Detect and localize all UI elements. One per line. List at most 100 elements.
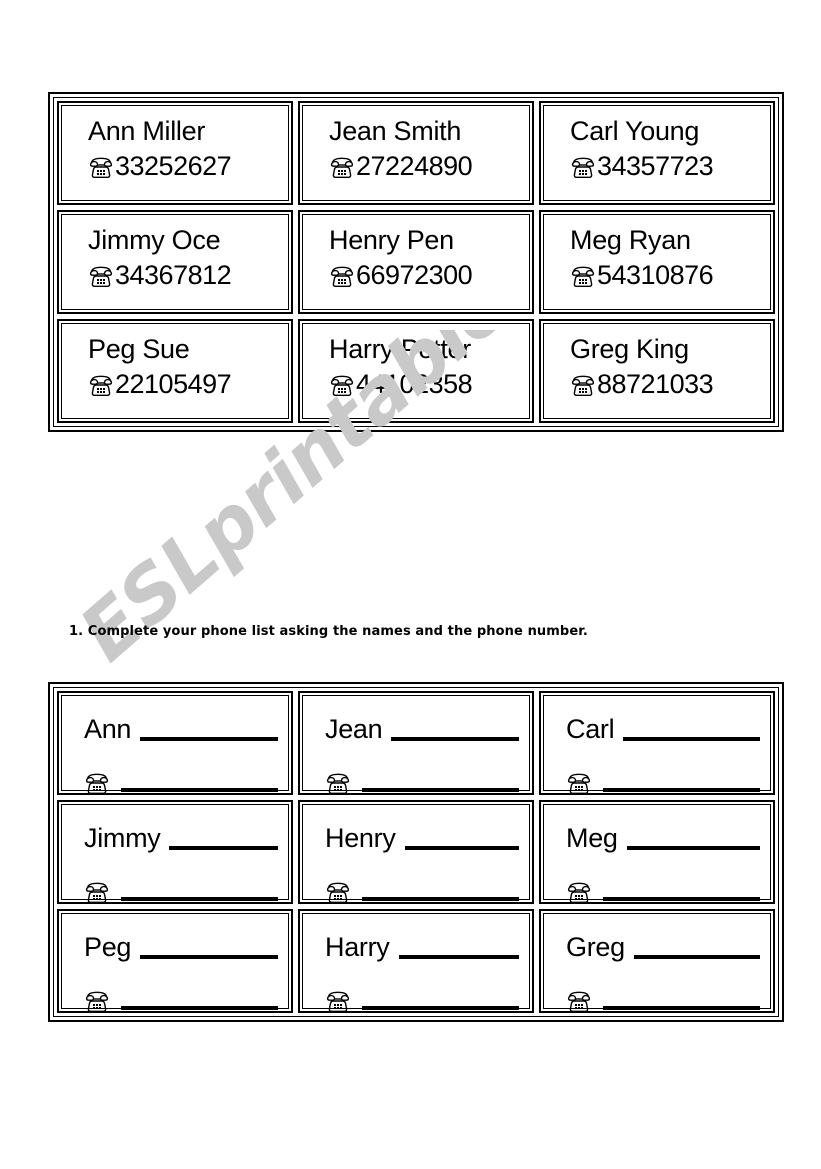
phone-write-line[interactable] <box>362 1006 519 1010</box>
blank-first-name: Carl <box>566 714 615 744</box>
blank-phone-row <box>325 744 519 794</box>
contact-phone: 34367812 <box>88 257 284 293</box>
blank-phone-row <box>84 962 278 1012</box>
blank-first-name: Ann <box>84 714 132 744</box>
contact-card: Jean Smith 27224890 <box>298 101 534 205</box>
telephone-icon <box>88 156 114 180</box>
blank-name-row: Greg <box>566 922 760 962</box>
contact-phone: 34357723 <box>570 148 766 184</box>
blank-card: Peg <box>57 909 293 1013</box>
contact-cards-table-inner: Ann Miller 33252627 Jean Smith 27224890 … <box>53 97 779 427</box>
contact-name: Peg Sue <box>88 334 190 364</box>
blank-card: Jean <box>298 691 534 795</box>
blank-name-row: Ann <box>84 704 278 744</box>
contact-phone-number: 33252627 <box>115 151 232 181</box>
contact-phone-number: 54310876 <box>597 260 714 290</box>
contact-card: Greg King 88721033 <box>539 319 775 423</box>
contact-phone-number: 27224890 <box>356 151 473 181</box>
blank-first-name: Peg <box>84 932 132 962</box>
blank-phone-row <box>325 853 519 903</box>
blank-first-name: Greg <box>566 932 625 962</box>
name-write-line[interactable] <box>140 737 278 741</box>
phone-write-line[interactable] <box>603 897 760 901</box>
name-write-line[interactable] <box>398 955 519 959</box>
name-write-line[interactable] <box>140 955 278 959</box>
telephone-icon <box>88 265 114 289</box>
name-write-line[interactable] <box>391 737 519 741</box>
contact-card-row: Ann Miller 33252627 Jean Smith 27224890 … <box>57 101 775 205</box>
contact-phone: 66972300 <box>329 257 525 293</box>
blank-card: Henry <box>298 800 534 904</box>
contact-phone-number: 34367812 <box>115 260 232 290</box>
blank-card: Harry <box>298 909 534 1013</box>
telephone-icon <box>88 374 114 398</box>
blank-name-row: Meg <box>566 813 760 853</box>
phone-write-line[interactable] <box>603 1006 760 1010</box>
name-write-line[interactable] <box>633 955 760 959</box>
contact-phone-number: 44102358 <box>356 369 473 399</box>
blank-first-name: Henry <box>325 823 396 853</box>
contact-name: Greg King <box>570 334 689 364</box>
blank-phone-row <box>566 962 760 1012</box>
contact-phone: 22105497 <box>88 366 284 402</box>
blank-card: Carl <box>539 691 775 795</box>
name-write-line[interactable] <box>169 846 278 850</box>
telephone-icon <box>325 881 351 905</box>
blank-name-row: Jimmy <box>84 813 278 853</box>
contact-card-row: Jimmy Oce 34367812 Henry Pen 66972300 Me… <box>57 210 775 314</box>
contact-card: Harry Potter 44102358 <box>298 319 534 423</box>
contact-phone-number: 88721033 <box>597 369 714 399</box>
contact-phone: 33252627 <box>88 148 284 184</box>
blank-cards-table-inner: Ann Jean Carl Jimmy Henry Meg Peg Harry … <box>53 687 779 1017</box>
blank-card: Greg <box>539 909 775 1013</box>
blank-name-row: Carl <box>566 704 760 744</box>
blank-name-row: Peg <box>84 922 278 962</box>
phone-write-line[interactable] <box>121 897 278 901</box>
telephone-icon <box>325 772 351 796</box>
telephone-icon <box>570 374 596 398</box>
instruction-text: 1. Complete your phone list asking the n… <box>69 624 588 639</box>
contact-phone-number: 34357723 <box>597 151 714 181</box>
contact-name: Meg Ryan <box>570 225 691 255</box>
blank-card-row: Peg Harry Greg <box>57 909 775 1013</box>
contact-phone-number: 22105497 <box>115 369 232 399</box>
telephone-icon <box>566 772 592 796</box>
contact-name: Jean Smith <box>329 116 462 146</box>
telephone-icon <box>570 156 596 180</box>
phone-write-line[interactable] <box>603 788 760 792</box>
blank-phone-row <box>84 744 278 794</box>
telephone-icon <box>325 990 351 1014</box>
worksheet-page: Ann Miller 33252627 Jean Smith 27224890 … <box>0 0 821 1169</box>
blank-phone-row <box>325 962 519 1012</box>
contact-phone: 88721033 <box>570 366 766 402</box>
telephone-icon <box>84 990 110 1014</box>
contact-card: Jimmy Oce 34367812 <box>57 210 293 314</box>
blank-first-name: Harry <box>325 932 390 962</box>
contact-phone: 54310876 <box>570 257 766 293</box>
contact-name: Ann Miller <box>88 116 206 146</box>
contact-cards-table: Ann Miller 33252627 Jean Smith 27224890 … <box>48 92 784 432</box>
blank-cards-table: Ann Jean Carl Jimmy Henry Meg Peg Harry … <box>48 682 784 1022</box>
telephone-icon <box>84 772 110 796</box>
contact-card: Ann Miller 33252627 <box>57 101 293 205</box>
blank-phone-row <box>84 853 278 903</box>
phone-write-line[interactable] <box>362 897 519 901</box>
contact-phone: 44102358 <box>329 366 525 402</box>
phone-write-line[interactable] <box>121 1006 278 1010</box>
blank-card: Meg <box>539 800 775 904</box>
phone-write-line[interactable] <box>362 788 519 792</box>
telephone-icon <box>566 990 592 1014</box>
phone-write-line[interactable] <box>121 788 278 792</box>
contact-phone-number: 66972300 <box>356 260 473 290</box>
name-write-line[interactable] <box>623 737 760 741</box>
blank-card: Jimmy <box>57 800 293 904</box>
telephone-icon <box>570 265 596 289</box>
telephone-icon <box>329 374 355 398</box>
name-write-line[interactable] <box>626 846 760 850</box>
telephone-icon <box>84 881 110 905</box>
blank-first-name: Jean <box>325 714 383 744</box>
name-write-line[interactable] <box>404 846 519 850</box>
contact-card: Henry Pen 66972300 <box>298 210 534 314</box>
blank-phone-row <box>566 853 760 903</box>
telephone-icon <box>329 156 355 180</box>
